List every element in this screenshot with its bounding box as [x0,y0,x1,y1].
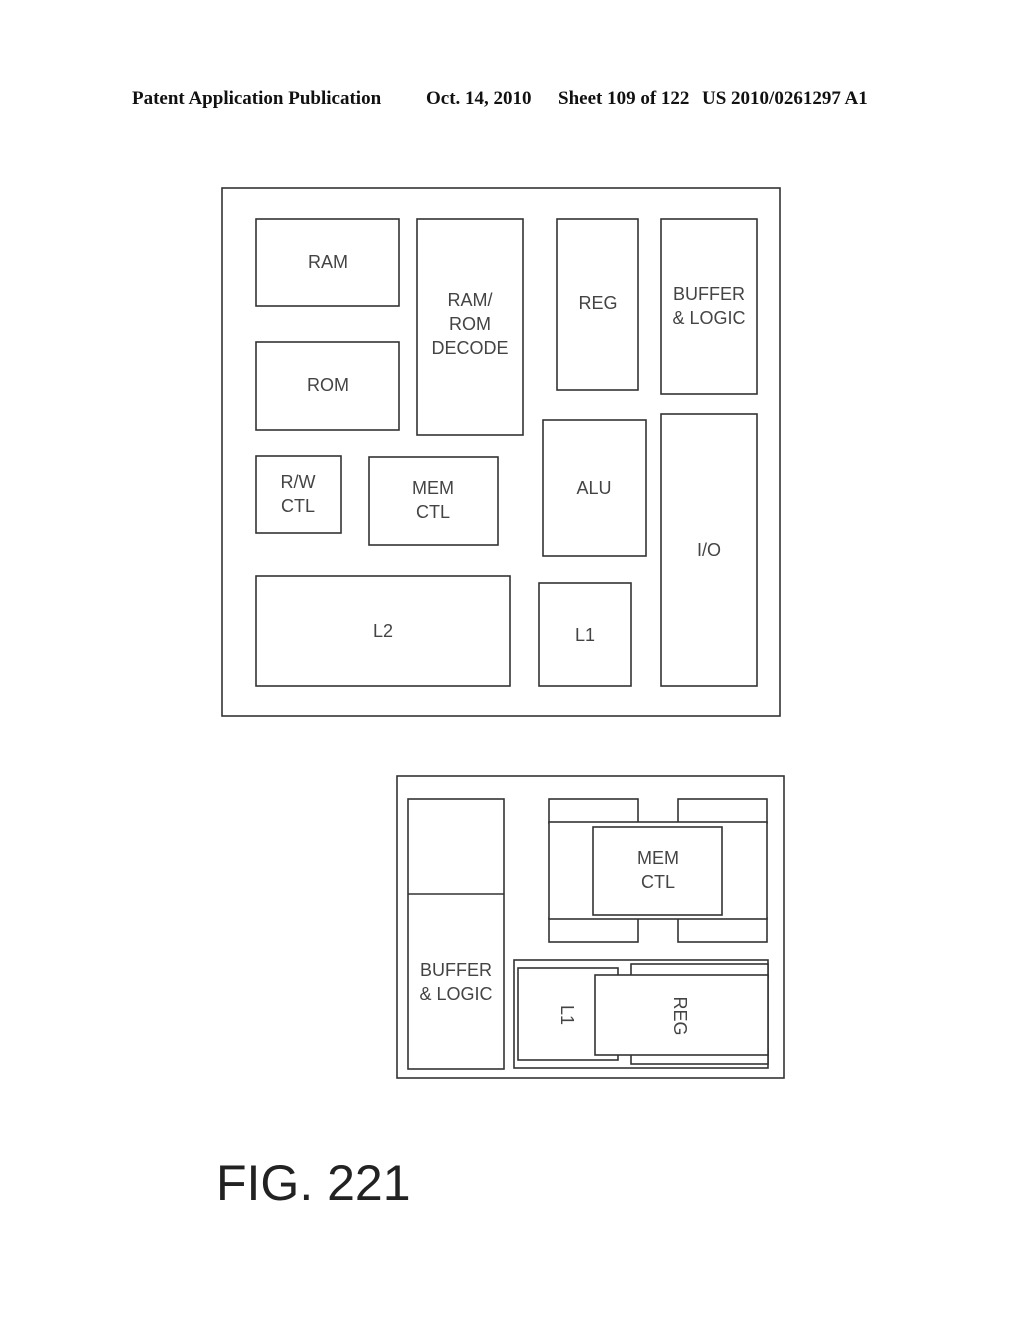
tab-top-left [548,798,639,824]
block-ram: RAM [255,218,400,307]
block-label: CTL [416,502,450,522]
block-rw-ctl: R/W CTL [255,455,342,534]
block-reg: REG [556,218,639,391]
block-label: REG [670,996,690,1035]
block-buffer-logic-b: BUFFER & LOGIC [407,798,505,1070]
block-label: BUFFER [420,960,492,980]
block-io: I/O [660,413,758,687]
block-label: R/W [281,472,316,492]
block-label: & LOGIC [419,984,492,1004]
block-label: L2 [373,621,393,641]
block-label: ROM [307,375,349,395]
block-label: ALU [576,478,611,498]
block-label: & LOGIC [672,308,745,328]
block-label: CTL [281,496,315,516]
floorplan-b: BUFFER & LOGIC MEM CTL L1 REG [396,775,785,1079]
block-label: RAM/ [448,290,493,310]
block-l2: L2 [255,575,511,687]
block-label: CTL [641,872,675,892]
block-rom: ROM [255,341,400,431]
block-label: RAM [308,252,348,272]
figure-caption: FIG. 221 [216,1155,411,1211]
block-buffer-logic: BUFFER & LOGIC [660,218,758,395]
block-label: I/O [697,540,721,560]
block-label: L1 [575,625,595,645]
block-label: ROM [449,314,491,334]
floorplan-a: RAM RAM/ ROM DECODE REG BUFFER & LOGIC R… [221,187,781,717]
block-alu: ALU [542,419,647,557]
tab-bottom-left [548,917,639,943]
block-l1: L1 [538,582,632,687]
block-label: REG [578,293,617,313]
block-label: MEM [637,848,679,868]
block-label: L1 [557,1005,577,1025]
block-label: DECODE [431,338,508,358]
block-mem-ctl-b [592,826,723,916]
block-label: BUFFER [673,284,745,304]
tab-top-right [677,798,768,824]
block-ram-rom-decode: RAM/ ROM DECODE [416,218,524,436]
block-label: MEM [412,478,454,498]
stack-l1-reg: L1 REG [513,959,769,1069]
tab-bottom-right [677,917,768,943]
figure-canvas: RAM RAM/ ROM DECODE REG BUFFER & LOGIC R… [216,187,785,1211]
block-mem-ctl: MEM CTL [368,456,499,546]
